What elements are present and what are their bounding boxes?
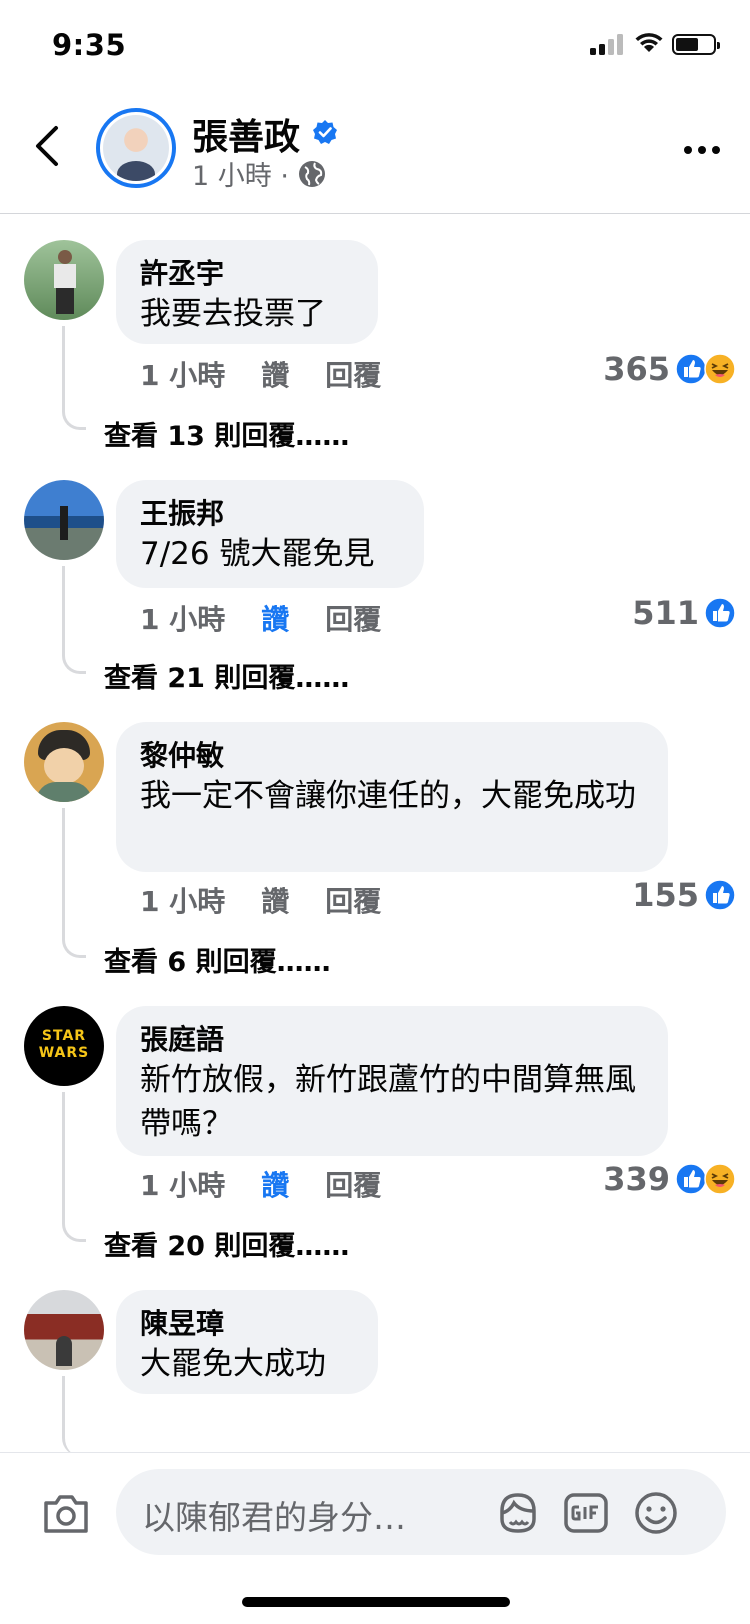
reply-button[interactable]: 回覆 <box>325 1164 381 1204</box>
haha-reaction-icon <box>704 1163 736 1195</box>
view-replies-link[interactable]: 查看 20 則回覆…… <box>104 1224 349 1263</box>
like-button[interactable]: 讚 <box>261 598 289 638</box>
view-replies-link[interactable]: 查看 6 則回覆…… <box>104 940 331 979</box>
cellular-signal-icon <box>590 33 624 55</box>
camera-icon[interactable] <box>42 1491 90 1535</box>
view-replies-link[interactable]: 查看 13 則回覆…… <box>104 414 349 453</box>
reply-button[interactable]: 回覆 <box>325 598 381 638</box>
more-horizontal-icon[interactable] <box>682 144 722 156</box>
comment-author[interactable]: 陳昱璋 <box>140 1306 352 1342</box>
haha-reaction-icon <box>704 353 736 385</box>
post-header: 張善政 1 小時 · <box>0 92 750 214</box>
comment-actions: 1 小時 讚 回覆 <box>140 880 381 920</box>
globe-icon <box>298 160 325 187</box>
battery-icon <box>672 34 720 55</box>
view-replies-link[interactable]: 查看 21 則回覆…… <box>104 656 349 695</box>
reply-button[interactable]: 回覆 <box>325 880 381 920</box>
like-reaction-icon <box>675 353 707 385</box>
comment-author[interactable]: 許丞宇 <box>140 256 352 292</box>
avatar[interactable] <box>24 1290 104 1370</box>
comment-text: 大罷免大成功 <box>140 1346 326 1382</box>
status-time: 9:35 <box>52 28 127 62</box>
comment-input[interactable]: 以陳郁君的身分… <box>116 1469 726 1555</box>
like-reaction-icon <box>675 1163 707 1195</box>
wifi-icon <box>635 33 663 52</box>
chevron-left-icon[interactable] <box>32 124 62 168</box>
reaction-count: 339 <box>603 1160 670 1198</box>
comment-actions: 1 小時 讚 回覆 <box>140 1164 381 1204</box>
like-button[interactable]: 讚 <box>261 880 289 920</box>
like-button[interactable]: 讚 <box>261 1164 289 1204</box>
avatar-logo-text: STAR WARS <box>38 1028 90 1061</box>
post-time: 1 小時 · <box>192 161 289 192</box>
reply-thread-line <box>62 1376 86 1456</box>
reply-thread-line <box>62 326 86 430</box>
like-button[interactable]: 讚 <box>261 354 289 394</box>
reaction-summary[interactable]: 511 <box>632 594 736 632</box>
reaction-summary[interactable]: 155 <box>632 876 736 914</box>
reaction-count: 155 <box>632 876 699 914</box>
comment-text: 我一定不會讓你連任的，大罷免成功 <box>140 778 636 814</box>
comment-time: 1 小時 <box>140 603 226 636</box>
comment-input-placeholder: 以陳郁君的身分… <box>142 1498 406 1537</box>
comment-bubble[interactable]: 許丞宇 我要去投票了 <box>116 240 378 344</box>
page-title[interactable]: 張善政 <box>192 108 300 160</box>
comment-composer: 以陳郁君的身分… <box>0 1452 750 1624</box>
reaction-count: 365 <box>603 350 670 388</box>
comment-text: 7/26 號大罷免見 <box>140 536 375 572</box>
post-meta: 1 小時 · <box>192 154 327 193</box>
avatar[interactable] <box>24 240 104 320</box>
reaction-summary[interactable]: 365 <box>603 350 736 388</box>
reply-thread-line <box>62 566 86 674</box>
comment-author[interactable]: 黎仲敏 <box>140 738 642 774</box>
avatar[interactable] <box>24 722 104 802</box>
comment-author[interactable]: 王振邦 <box>140 496 398 532</box>
comment-actions: 1 小時 讚 回覆 <box>140 354 381 394</box>
like-reaction-icon <box>704 879 736 911</box>
comment-text: 新竹放假，新竹跟蘆竹的中間算無風帶嗎？ <box>140 1062 636 1142</box>
reaction-count: 511 <box>632 594 699 632</box>
comment-author[interactable]: 張庭語 <box>140 1022 642 1058</box>
comment-text: 我要去投票了 <box>140 296 326 332</box>
reply-thread-line <box>62 1092 86 1242</box>
comment-bubble[interactable]: 黎仲敏 我一定不會讓你連任的，大罷免成功 <box>116 722 668 872</box>
comment-bubble[interactable]: 王振邦 7/26 號大罷免見 <box>116 480 424 588</box>
home-indicator <box>242 1597 510 1607</box>
avatar-sticker-icon[interactable] <box>494 1489 542 1537</box>
reaction-summary[interactable]: 339 <box>603 1160 736 1198</box>
gif-icon[interactable] <box>562 1489 610 1537</box>
profile-avatar[interactable] <box>96 108 176 188</box>
avatar[interactable]: STAR WARS <box>24 1006 104 1086</box>
emoji-icon[interactable] <box>632 1489 680 1537</box>
avatar[interactable] <box>24 480 104 560</box>
comment-actions: 1 小時 讚 回覆 <box>140 598 381 638</box>
status-bar: 9:35 <box>0 0 750 92</box>
comment-bubble[interactable]: 張庭語 新竹放假，新竹跟蘆竹的中間算無風帶嗎？ <box>116 1006 668 1156</box>
verified-badge-icon <box>313 120 337 144</box>
like-reaction-icon <box>704 597 736 629</box>
reply-button[interactable]: 回覆 <box>325 354 381 394</box>
comment-time: 1 小時 <box>140 1169 226 1202</box>
comment-bubble[interactable]: 陳昱璋 大罷免大成功 <box>116 1290 378 1394</box>
comment-time: 1 小時 <box>140 885 226 918</box>
reply-thread-line <box>62 808 86 958</box>
comment-time: 1 小時 <box>140 359 226 392</box>
